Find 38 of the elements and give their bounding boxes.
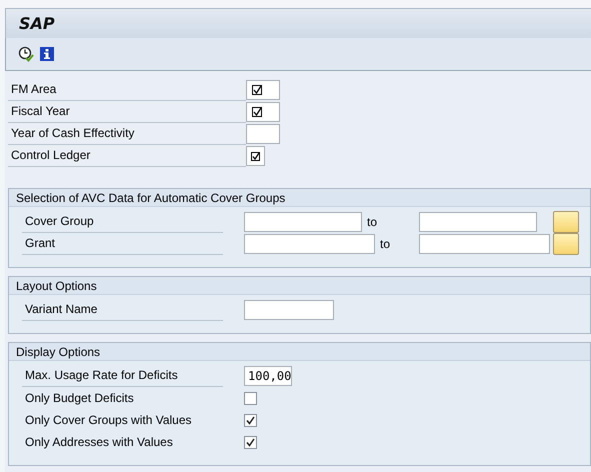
from-field[interactable] — [244, 234, 375, 254]
to-label: to — [366, 214, 378, 231]
multiple-selection-button[interactable] — [553, 211, 579, 233]
field-label: Max. Usage Rate for Deficits — [24, 367, 178, 384]
required-check-icon — [252, 85, 262, 95]
field-label: Cover Group — [24, 213, 94, 230]
multiple-selection-button[interactable] — [553, 233, 579, 255]
field-label: Grant — [24, 235, 56, 252]
to-field[interactable] — [419, 234, 550, 254]
clock-check-icon[interactable] — [18, 46, 34, 62]
info-icon[interactable] — [40, 47, 54, 61]
input-field[interactable] — [246, 80, 280, 100]
input-field[interactable]: 100,00 — [244, 366, 292, 386]
to-field[interactable] — [419, 212, 537, 232]
field-label: Fiscal Year — [10, 103, 70, 120]
checkbox-label: Only Budget Deficits — [24, 391, 134, 405]
input-field[interactable] — [246, 102, 280, 122]
window-title: SAP — [19, 12, 55, 34]
field-value: 100,00 — [248, 368, 292, 385]
field-label: Variant Name — [24, 301, 98, 318]
checkbox[interactable] — [246, 146, 265, 166]
check-icon — [251, 152, 260, 160]
to-label: to — [379, 236, 390, 253]
input-field[interactable] — [246, 124, 280, 144]
field-label: Year of Cash Effectivity — [10, 125, 134, 142]
field-label: FM Area — [10, 81, 56, 98]
checkbox-label: Only Cover Groups with Values — [24, 413, 192, 427]
group-title: Layout Options — [16, 278, 97, 294]
group-title: Display Options — [16, 344, 100, 360]
checkbox-label: Only Addresses with Values — [24, 435, 173, 449]
from-field[interactable] — [244, 212, 362, 232]
checkbox[interactable] — [244, 392, 257, 404]
checkbox[interactable] — [244, 414, 257, 426]
required-check-icon — [252, 107, 262, 117]
input-field[interactable] — [244, 300, 334, 320]
group-title: Selection of AVC Data for Automatic Cover Groups — [16, 190, 286, 206]
field-label: Control Ledger — [10, 147, 90, 164]
checkbox[interactable] — [244, 436, 257, 448]
